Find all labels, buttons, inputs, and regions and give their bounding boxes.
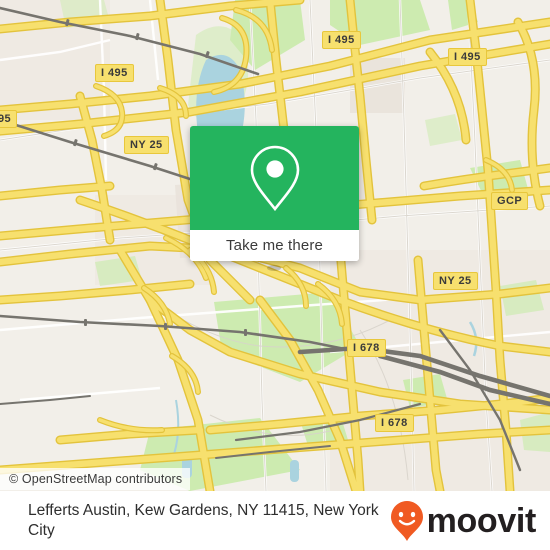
location-callout[interactable]: Take me there: [190, 126, 359, 261]
road-shield: 95: [0, 110, 18, 128]
road-shield: I 495: [95, 64, 134, 82]
moovit-logo[interactable]: moovit: [390, 500, 536, 542]
road-shield-label: NY 25: [130, 139, 163, 151]
map-pin-icon: [250, 145, 299, 212]
road-shield-label: 95: [0, 113, 12, 125]
road-shield: NY 25: [433, 272, 478, 290]
road-shield-label: I 495: [101, 67, 128, 79]
road-shield: I 495: [322, 31, 361, 49]
road-shield: I 678: [347, 339, 386, 357]
road-shield-label: I 678: [381, 417, 408, 429]
road-shield-label: GCP: [497, 195, 523, 207]
map-attribution-text: © OpenStreetMap contributors: [9, 472, 183, 486]
road-shield-label: I 495: [454, 51, 481, 63]
moovit-pin-icon: [390, 500, 423, 541]
road-shield-label: I 495: [328, 34, 355, 46]
road-shield: I 678: [375, 414, 414, 432]
road-shield-label: NY 25: [439, 275, 472, 287]
moovit-map-screen: I 495 I 495 I 495 95 NY 25 GCP NY 25 I 678 I 678…: [0, 0, 550, 550]
take-me-there-button[interactable]: Take me there: [190, 230, 359, 261]
road-shield: GCP: [491, 192, 529, 210]
road-shield: I 495: [448, 48, 487, 66]
bottom-info-bar: Lefferts Austin, Kew Gardens, NY 11415, …: [0, 491, 550, 550]
road-shield: NY 25: [124, 136, 169, 154]
road-shield-label: I 678: [353, 342, 380, 354]
callout-header: [190, 126, 359, 230]
take-me-there-label: Take me there: [226, 237, 323, 254]
moovit-wordmark: moovit: [426, 501, 537, 540]
map-attribution: © OpenStreetMap contributors: [0, 468, 191, 490]
place-name: Lefferts Austin, Kew Gardens, NY 11415, …: [28, 501, 379, 539]
